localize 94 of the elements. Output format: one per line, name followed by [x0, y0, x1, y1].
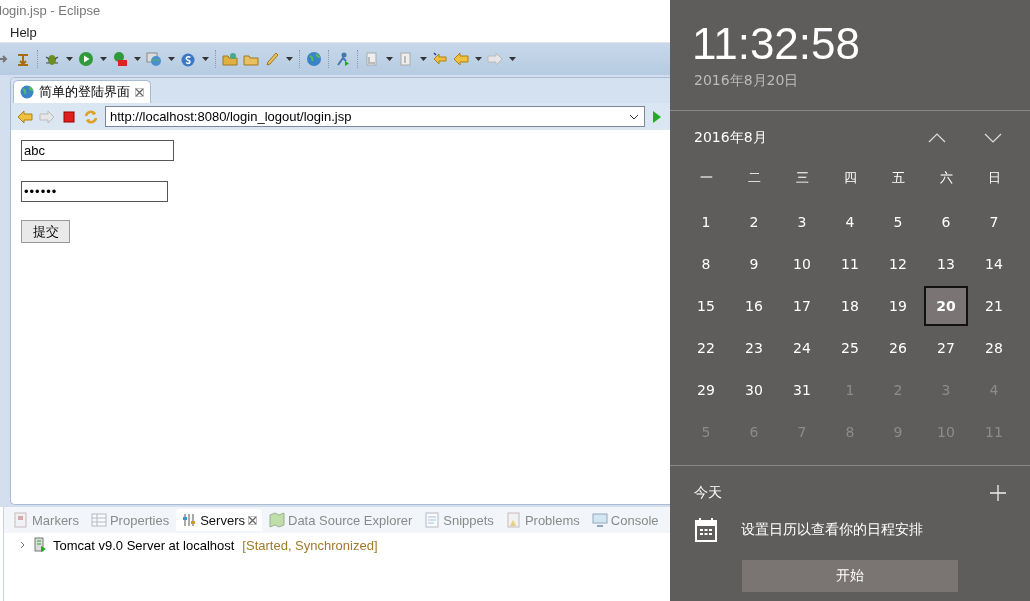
marker-icon — [13, 512, 29, 528]
day-cell[interactable]: 18 — [828, 286, 872, 326]
warning-document-icon — [505, 512, 522, 528]
server-run-icon[interactable] — [112, 51, 128, 67]
day-cell[interactable]: 14 — [972, 244, 1016, 284]
day-cell[interactable]: 20 — [924, 286, 968, 326]
day-cell[interactable]: 6 — [924, 202, 968, 242]
person-run-icon[interactable] — [335, 51, 351, 67]
day-cell[interactable]: 25 — [828, 328, 872, 368]
day-cell[interactable]: 3 — [780, 202, 824, 242]
menu-item[interactable]: Help — [10, 24, 37, 40]
caret-icon[interactable] — [509, 57, 516, 61]
start-button[interactable]: 开始 — [742, 560, 958, 592]
day-cell[interactable]: 1 — [684, 202, 728, 242]
caret-icon[interactable] — [475, 57, 482, 61]
day-cell[interactable]: 24 — [780, 328, 824, 368]
monitor-icon — [591, 512, 608, 528]
caret-icon[interactable] — [386, 57, 393, 61]
day-cell[interactable]: 27 — [924, 328, 968, 368]
server-icon — [33, 537, 47, 553]
day-cell[interactable]: 16 — [732, 286, 776, 326]
clock-time: 11:32:58 — [691, 18, 861, 70]
day-cell[interactable]: 21 — [972, 286, 1016, 326]
day-cell[interactable]: 22 — [684, 328, 728, 368]
document-icon — [424, 512, 441, 528]
day-cell[interactable]: 5 — [876, 202, 920, 242]
day-cell[interactable]: 10 — [780, 244, 824, 284]
day-cell[interactable]: 12 — [876, 244, 920, 284]
day-cell[interactable]: 17 — [780, 286, 824, 326]
submit-button[interactable]: 提交 — [21, 220, 70, 243]
day-cell[interactable]: 29 — [684, 370, 728, 410]
caret-icon[interactable] — [286, 57, 293, 61]
caret-icon[interactable] — [420, 57, 427, 61]
chevron-up-icon[interactable] — [928, 133, 946, 143]
day-cell[interactable]: 28 — [972, 328, 1016, 368]
view-tab[interactable]: Servers — [176, 509, 262, 531]
weekday-label: 一 — [698, 169, 714, 187]
close-icon[interactable] — [248, 515, 257, 525]
view-tab[interactable]: Properties — [85, 509, 175, 531]
agenda-message: 设置日历以查看你的日程安排 — [741, 521, 923, 539]
month-label[interactable]: 2016年8月 — [694, 129, 890, 147]
day-cell[interactable]: 30 — [732, 370, 776, 410]
map-icon — [269, 512, 285, 528]
back-star-icon[interactable] — [432, 51, 448, 67]
back-icon[interactable] — [17, 108, 33, 125]
day-cell[interactable]: 4 — [828, 202, 872, 242]
weekday-label: 五 — [890, 169, 906, 187]
caret-icon[interactable] — [66, 57, 73, 61]
s-icon[interactable] — [180, 51, 196, 67]
day-cell[interactable]: 13 — [924, 244, 968, 284]
day-cell[interactable]: 26 — [876, 328, 920, 368]
caret-icon[interactable] — [202, 57, 209, 61]
day-cell[interactable]: 15 — [684, 286, 728, 326]
tree-item[interactable]: Tomcat v9.0 Server at localhost — [53, 537, 235, 553]
url-field[interactable]: http://localhost:8080/login_logout/login.jsp — [105, 106, 645, 127]
date-text[interactable]: 2016年8月20日 — [670, 70, 1030, 98]
day-cell[interactable]: 9 — [732, 244, 776, 284]
weekday-label: 三 — [794, 169, 810, 187]
folder-icon[interactable] — [222, 51, 238, 67]
day-cell[interactable]: 31 — [780, 370, 824, 410]
editor-tab[interactable]: 简单的登陆界面 — [13, 80, 151, 103]
run-icon[interactable] — [78, 51, 94, 67]
go-icon[interactable] — [653, 108, 661, 125]
day-cell[interactable]: 8 — [684, 244, 728, 284]
weekday-label: 日 — [986, 169, 1002, 187]
step-icon[interactable] — [15, 51, 31, 67]
view-tab[interactable]: Snippets — [419, 509, 499, 531]
weekday-label: 四 — [842, 169, 858, 187]
view-tab[interactable]: Problems — [500, 509, 585, 531]
username-field[interactable]: abc — [21, 140, 174, 161]
caret-icon[interactable] — [168, 57, 175, 61]
weekday-label: 二 — [746, 169, 762, 187]
sliders-icon — [181, 512, 198, 528]
plus-icon[interactable] — [990, 485, 1006, 501]
caret-icon[interactable] — [134, 57, 141, 61]
day-cell[interactable]: 7 — [972, 202, 1016, 242]
today-label: 今天 — [694, 484, 722, 502]
back-icon[interactable] — [453, 51, 469, 67]
weekday-label: 六 — [938, 169, 954, 187]
close-icon[interactable] — [135, 87, 144, 97]
day-cell[interactable]: 11 — [828, 244, 872, 284]
password-field[interactable]: •••••• — [21, 181, 168, 202]
chevron-right-icon[interactable] — [19, 541, 27, 549]
status-text: [Started, Synchronized] — [242, 537, 378, 553]
chevron-down-icon[interactable] — [629, 113, 639, 120]
stop-icon[interactable] — [61, 108, 77, 125]
day-cell[interactable]: 23 — [732, 328, 776, 368]
caret-icon[interactable] — [100, 57, 107, 61]
day-cell[interactable]: 2 — [732, 202, 776, 242]
window-title: login.jsp - Eclipse — [0, 2, 102, 20]
refresh-icon[interactable] — [83, 108, 99, 125]
table-icon — [90, 512, 107, 528]
day-cell[interactable]: 19 — [876, 286, 920, 326]
calendar-icon — [695, 518, 717, 542]
